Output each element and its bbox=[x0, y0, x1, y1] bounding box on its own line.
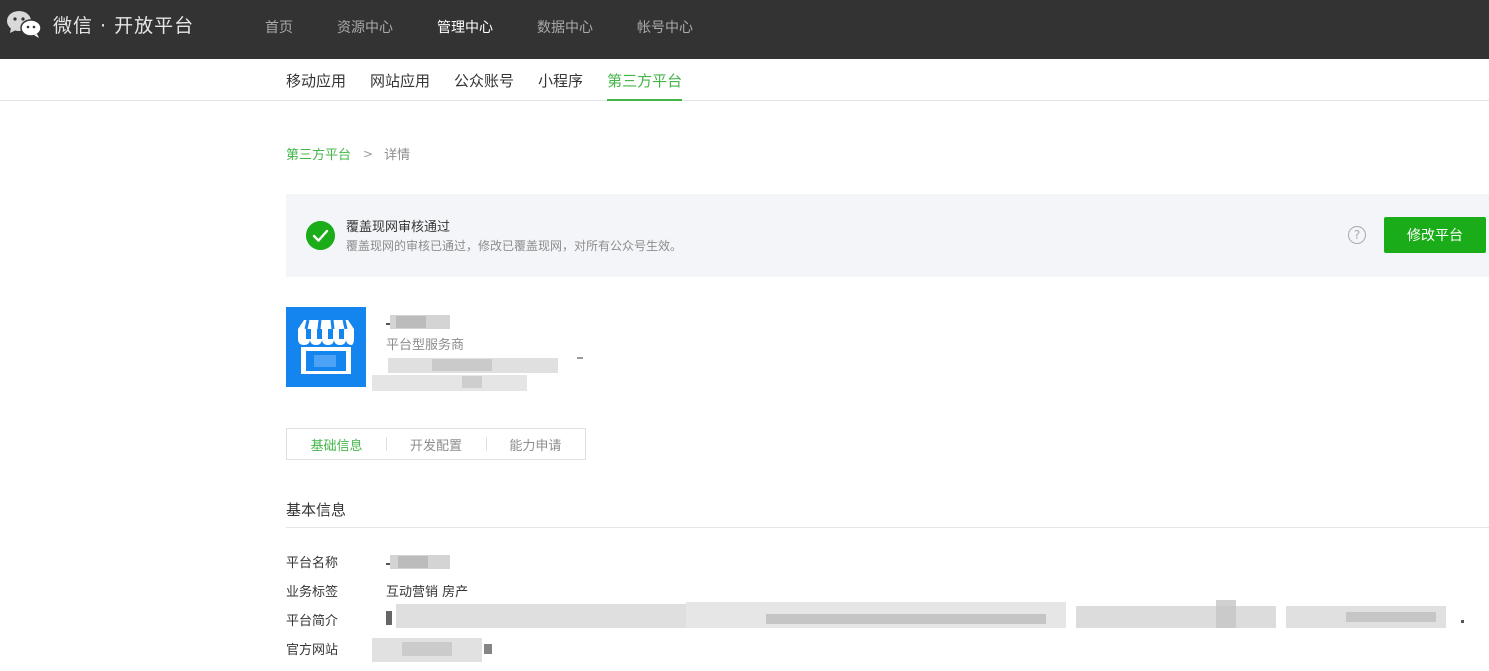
top-nav: 首页 资源中心 管理中心 数据中心 帐号中心 bbox=[265, 17, 737, 37]
official-site-value-redacted[interactable] bbox=[372, 634, 496, 664]
top-nav-management[interactable]: 管理中心 bbox=[437, 17, 493, 37]
platform-type: 平台型服务商 bbox=[386, 338, 465, 353]
info-label: 业务标签 bbox=[286, 585, 339, 600]
detail-tabs: 基础信息 开发配置 能力申请 bbox=[286, 428, 586, 460]
sub-navigation: 移动应用 网站应用 公众账号 小程序 第三方平台 bbox=[0, 59, 1489, 101]
review-status-notice: 覆盖现网审核通过 覆盖现网的审核已通过，修改已覆盖现网，对所有公众号生效。 ? … bbox=[286, 194, 1489, 277]
platform-meta-redacted bbox=[372, 357, 583, 391]
top-nav-resources[interactable]: 资源中心 bbox=[337, 17, 393, 37]
top-nav-account[interactable]: 帐号中心 bbox=[637, 17, 693, 37]
platform-name-value-redacted bbox=[386, 555, 450, 569]
section-title-basic-info: 基本信息 bbox=[286, 501, 347, 519]
tab-capability-apply[interactable]: 能力申请 bbox=[485, 435, 585, 454]
breadcrumb: 第三方平台 > 详情 bbox=[286, 144, 411, 164]
subnav-tab-mobile-apps[interactable]: 移动应用 bbox=[286, 70, 346, 101]
info-row-platform-intro: 平台简介 bbox=[286, 610, 386, 629]
info-value: 互动营销 房产 bbox=[386, 585, 469, 600]
subnav-tab-web-apps[interactable]: 网站应用 bbox=[370, 70, 430, 101]
breadcrumb-parent-link[interactable]: 第三方平台 bbox=[286, 144, 351, 163]
info-row-platform-name: 平台名称 bbox=[286, 552, 386, 571]
info-label: 官方网站 bbox=[286, 643, 339, 658]
platform-avatar bbox=[286, 307, 366, 387]
check-circle-icon bbox=[306, 221, 335, 250]
store-awning-icon bbox=[298, 319, 354, 374]
top-nav-home[interactable]: 首页 bbox=[265, 17, 293, 37]
info-row-business-tags: 业务标签 互动营销 房产 bbox=[286, 581, 468, 600]
tab-basic-info[interactable]: 基础信息 bbox=[287, 435, 386, 454]
chevron-right-icon: > bbox=[363, 146, 374, 161]
platform-name-redacted bbox=[386, 315, 450, 329]
wechat-logo-icon[interactable] bbox=[6, 9, 42, 39]
subnav-tab-mini-programs[interactable]: 小程序 bbox=[538, 70, 583, 101]
top-navigation-bar: 微信 · 开放平台 首页 资源中心 管理中心 数据中心 帐号中心 bbox=[0, 0, 1489, 59]
breadcrumb-current: 详情 bbox=[384, 148, 411, 163]
subnav-tab-third-party[interactable]: 第三方平台 bbox=[607, 70, 683, 101]
info-label: 平台简介 bbox=[286, 614, 339, 629]
brand-title[interactable]: 微信 · 开放平台 bbox=[53, 11, 194, 38]
notice-description: 覆盖现网的审核已通过，修改已覆盖现网，对所有公众号生效。 bbox=[346, 239, 683, 253]
tab-dev-config[interactable]: 开发配置 bbox=[386, 435, 485, 454]
info-row-official-site: 官方网站 bbox=[286, 639, 386, 658]
platform-intro-value-redacted bbox=[386, 600, 1464, 628]
notice-title: 覆盖现网审核通过 bbox=[346, 220, 451, 235]
info-label: 平台名称 bbox=[286, 556, 339, 571]
top-nav-data[interactable]: 数据中心 bbox=[537, 17, 593, 37]
modify-platform-button[interactable]: 修改平台 bbox=[1384, 217, 1486, 253]
subnav-tab-official-accounts[interactable]: 公众账号 bbox=[454, 70, 514, 101]
section-divider bbox=[286, 527, 1489, 528]
question-circle-icon[interactable]: ? bbox=[1348, 226, 1366, 244]
